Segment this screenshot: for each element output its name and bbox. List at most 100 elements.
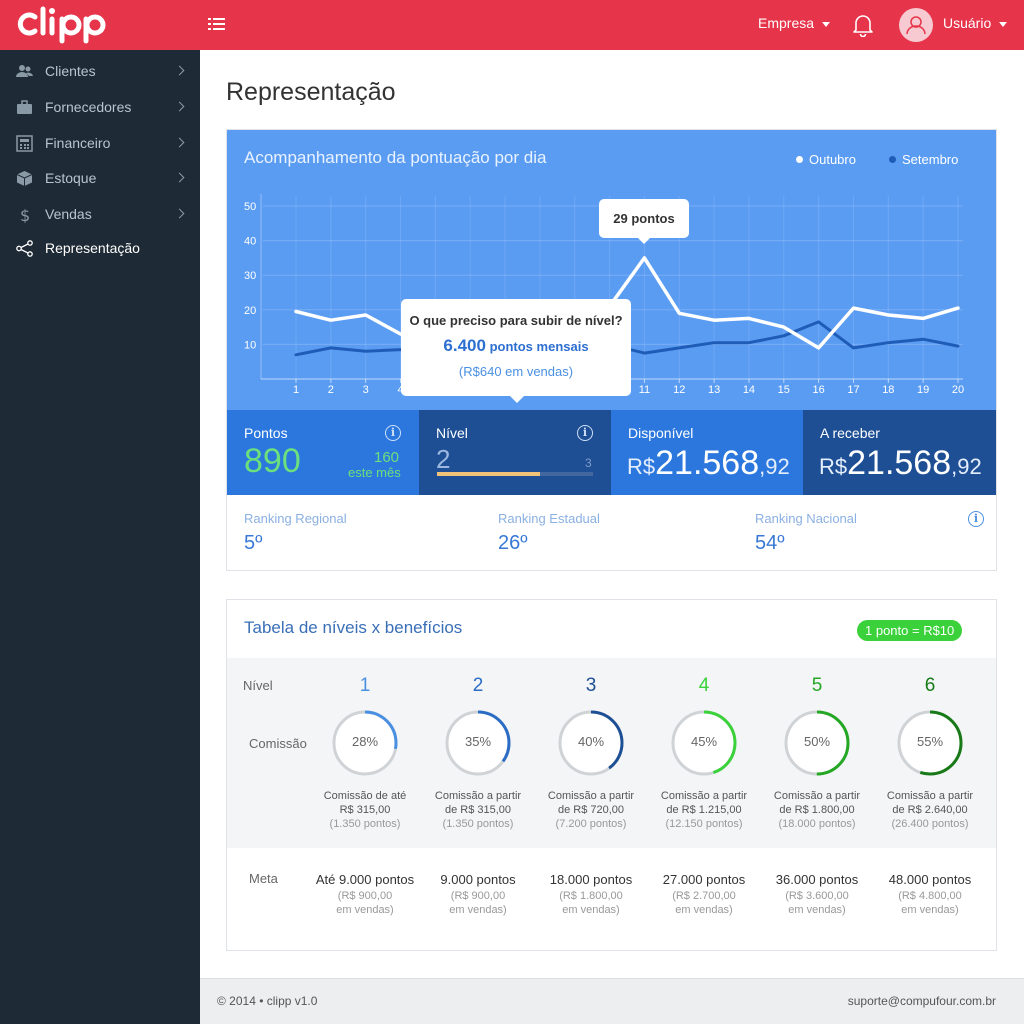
commission-percent: 50% [803, 734, 831, 749]
commission-description: Comissão a partir de R$ 2.640,00 (26.400… [875, 789, 985, 831]
goal-points: 27.000 pontos [662, 872, 746, 887]
chart-tooltip-points: 29 pontos [599, 199, 689, 244]
goal-points: 18.000 pontos [549, 872, 633, 887]
goal-sales: (R$ 1.800,00 em vendas) [531, 889, 651, 917]
sidebar-item-clientes[interactable]: Clientes [0, 54, 200, 88]
sidebar-item-estoque[interactable]: Estoque [0, 161, 200, 195]
desc-line: Comissão a partir [660, 790, 748, 802]
x-tick-label: 3 [363, 384, 369, 396]
tooltip-question: O que preciso para subir de nível? [409, 313, 623, 328]
goal-sales-line: (R$ 3.600,00 [785, 890, 849, 902]
chevron-down-icon [822, 21, 831, 27]
x-tick-label: 2 [328, 384, 334, 396]
desc-line: R$ 315,00 [339, 804, 391, 816]
level-number: 2 [472, 675, 484, 696]
commission-percent: 55% [916, 734, 944, 749]
level-number: 1 [359, 675, 371, 696]
desc-line: Comissão a partir [547, 790, 635, 802]
bell-icon[interactable] [852, 13, 874, 37]
sidebar-item-financeiro[interactable]: Financeiro [0, 126, 200, 160]
chevron-down-icon [999, 21, 1008, 27]
amount-int: 21.568 [847, 444, 952, 482]
x-tick-label: 16 [813, 384, 825, 396]
stat-a-receber: A receber R$21.568,92 [803, 410, 996, 495]
info-icon[interactable]: i [577, 425, 593, 441]
tooltip-sales: (R$640 em vendas) [458, 364, 574, 379]
x-tick-label: 1 [293, 384, 299, 396]
ranking-regional: Ranking Regional 5º [244, 511, 347, 555]
level-progress-fill [437, 472, 540, 476]
desc-line: de R$ 1.215,00 [666, 804, 742, 816]
box-icon [16, 171, 33, 186]
ranking-estadual: Ranking Estadual 26º [498, 511, 600, 555]
sidebar: Clientes Fornecedores Financeiro Estoque… [0, 50, 200, 1024]
commission-description: Comissão a partir de R$ 1.800,00 (18.000… [762, 789, 872, 831]
y-tick-label: 30 [244, 270, 256, 282]
level-number: 5 [811, 675, 823, 696]
desc-points: (1.350 pontos) [442, 818, 514, 830]
conversion-badge: 1 ponto = R$10 [857, 620, 963, 641]
briefcase-icon [17, 100, 32, 114]
ranking-nacional: Ranking Nacional 54º [755, 511, 857, 555]
currency: R$ [819, 454, 848, 479]
ranking-label: Ranking Estadual [498, 511, 600, 526]
goal-sales-line: em vendas) [449, 904, 507, 916]
level-number: 3 [585, 675, 597, 696]
y-tick-label: 20 [244, 305, 256, 317]
y-tick-label: 10 [244, 339, 256, 351]
sidebar-item-fornecedores[interactable]: Fornecedores [0, 90, 200, 124]
goal-sales: (R$ 900,00 em vendas) [418, 889, 538, 917]
goal-sales-line: (R$ 4.800,00 [898, 890, 962, 902]
goal-points: 9.000 pontos [440, 872, 516, 887]
x-tick-label: 15 [778, 384, 790, 396]
level-up-tooltip: O que preciso para subir de nível? 6.400… [401, 299, 631, 403]
x-tick-label: 13 [708, 384, 720, 396]
goal-sales-line: (R$ 900,00 [450, 890, 506, 902]
tooltip-points-value: 6.400 [443, 336, 486, 355]
level-value: 2 [436, 444, 451, 474]
sidebar-item-vendas[interactable]: $ Vendas [0, 197, 200, 231]
chevron-right-icon [174, 101, 185, 112]
level-max: 3 [585, 456, 592, 470]
desc-line: Comissão de até [323, 790, 407, 802]
goal-points: 36.000 pontos [775, 872, 859, 887]
clipp-logo[interactable] [16, 6, 128, 44]
commission-description: Comissão a partir de R$ 315,00 (1.350 po… [423, 789, 533, 831]
available-amount: R$21.568,92 [627, 444, 790, 483]
goal-sales-line: em vendas) [336, 904, 394, 916]
ranking-value: 26º [498, 532, 528, 554]
user-icon [906, 16, 926, 35]
avatar[interactable] [899, 8, 933, 42]
tooltip-points-label: pontos mensais [489, 339, 589, 354]
goal-sales-line: em vendas) [562, 904, 620, 916]
x-tick-label: 18 [882, 384, 894, 396]
sidebar-item-label: Financeiro [45, 135, 111, 151]
company-dropdown[interactable]: Empresa [758, 15, 831, 31]
info-icon[interactable]: i [385, 425, 401, 441]
sidebar-item-label: Vendas [45, 206, 92, 222]
info-icon[interactable]: i [968, 511, 984, 527]
row-label-goal: Meta [249, 871, 278, 886]
commission-description: Comissão de até R$ 315,00 (1.350 pontos) [310, 789, 420, 831]
levels-card: Tabela de níveis x benefícios 1 ponto = … [226, 599, 997, 951]
menu-toggle-icon[interactable] [208, 16, 228, 34]
ranking-label: Ranking Nacional [755, 511, 857, 526]
goal-sales-line: (R$ 2.700,00 [672, 890, 736, 902]
goal-sales: (R$ 900,00 em vendas) [305, 889, 425, 917]
sidebar-item-label: Clientes [45, 63, 96, 79]
top-bar: Empresa Usuário [0, 0, 1024, 50]
company-label: Empresa [758, 15, 815, 31]
support-email[interactable]: suporte@compufour.com.br [848, 994, 996, 1008]
user-dropdown[interactable]: Usuário [943, 15, 1008, 31]
currency: R$ [627, 454, 656, 479]
y-tick-label: 50 [244, 201, 256, 213]
desc-line: de R$ 2.640,00 [892, 804, 968, 816]
desc-points: (26.400 pontos) [891, 818, 969, 830]
stat-nivel: Nível i 2 3 [419, 410, 611, 495]
desc-line: Comissão a partir [434, 790, 522, 802]
amount-int: 21.568 [655, 444, 760, 482]
x-tick-label: 20 [952, 384, 964, 396]
footer: © 2014 • clipp v1.0 suporte@compufour.co… [200, 978, 1024, 1024]
stat-title: Pontos [244, 425, 288, 441]
sidebar-item-representacao[interactable]: Representação [0, 231, 200, 265]
